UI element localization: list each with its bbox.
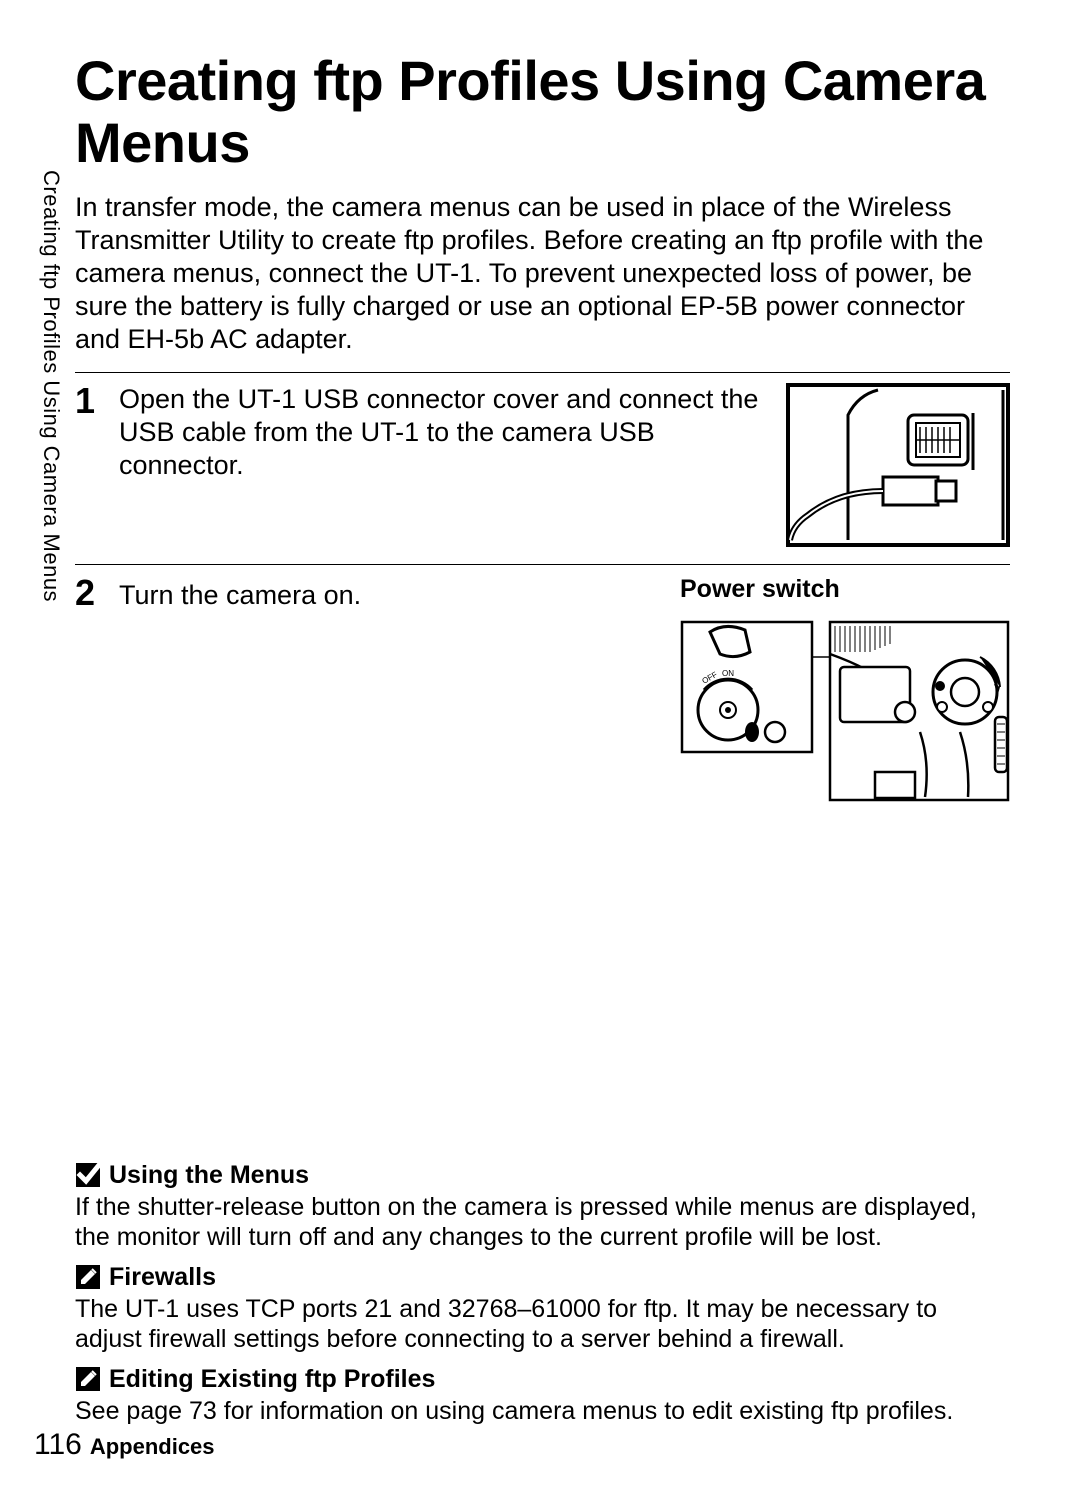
- usb-connector-illustration: [786, 383, 1010, 547]
- step-2-number: 2: [75, 575, 105, 807]
- footer-section-label: Appendices: [90, 1434, 215, 1460]
- note-firewalls-title: Firewalls: [109, 1263, 216, 1292]
- pencil-box-icon: [75, 1366, 101, 1392]
- note-firewalls-body: The UT-1 uses TCP ports 21 and 32768–610…: [75, 1294, 1010, 1355]
- page-number: 116: [34, 1428, 82, 1462]
- note-using-menus: Using the Menus If the shutter-release b…: [75, 1161, 1010, 1253]
- note-using-menus-body: If the shutter-release button on the cam…: [75, 1192, 1010, 1253]
- step-1-number: 1: [75, 383, 105, 552]
- intro-paragraph: In transfer mode, the camera menus can b…: [75, 191, 1010, 356]
- pencil-box-icon: [75, 1264, 101, 1290]
- step-1-text: Open the UT-1 USB connector cover and co…: [119, 383, 766, 552]
- page-title: Creating ftp Profiles Using Camera Menus: [75, 50, 1010, 173]
- power-switch-illustration: OFF ON: [680, 612, 1010, 802]
- step-1: 1 Open the UT-1 USB connector cover and …: [75, 372, 1010, 564]
- note-editing-profiles: Editing Existing ftp Profiles See page 7…: [75, 1365, 1010, 1427]
- step-2: 2 Turn the camera on. Power switch OFF: [75, 564, 1010, 819]
- power-switch-label: Power switch: [680, 575, 1010, 604]
- svg-text:ON: ON: [722, 669, 734, 678]
- page-footer: 116 Appendices: [34, 1428, 215, 1462]
- note-editing-profiles-body: See page 73 for information on using cam…: [75, 1396, 1010, 1427]
- notes-section: Using the Menus If the shutter-release b…: [75, 1161, 1010, 1437]
- step-2-text: Turn the camera on.: [119, 575, 660, 612]
- step-1-figure: [786, 383, 1010, 552]
- check-box-icon: [75, 1162, 101, 1188]
- note-editing-profiles-title: Editing Existing ftp Profiles: [109, 1365, 435, 1394]
- side-section-label: Creating ftp Profiles Using Camera Menus: [38, 170, 64, 602]
- note-firewalls: Firewalls The UT-1 uses TCP ports 21 and…: [75, 1263, 1010, 1355]
- note-using-menus-title: Using the Menus: [109, 1161, 309, 1190]
